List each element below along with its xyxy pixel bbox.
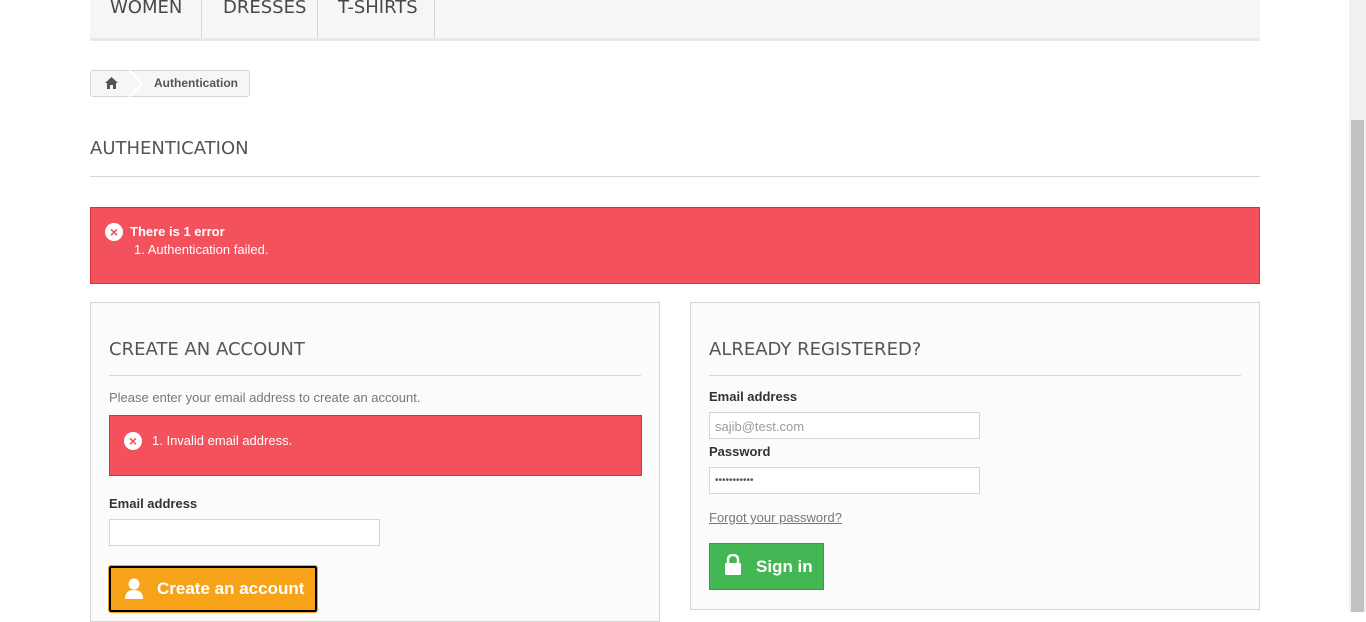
sign-in-button[interactable]: Sign in (709, 543, 824, 590)
login-title: ALREADY REGISTERED? (709, 339, 922, 360)
create-account-panel: CREATE AN ACCOUNT Please enter your emai… (90, 302, 660, 622)
breadcrumb-current: Authentication (154, 76, 238, 90)
create-account-instructions: Please enter your email address to creat… (109, 390, 421, 405)
breadcrumb-separator (129, 70, 143, 97)
error-icon: × (124, 432, 142, 450)
divider (709, 375, 1241, 376)
error-alert: × There is 1 error 1. Authentication fai… (90, 207, 1260, 284)
create-account-button[interactable]: Create an account (108, 565, 318, 613)
breadcrumb: Authentication (90, 70, 250, 97)
divider (109, 375, 641, 376)
forgot-password-link[interactable]: Forgot your password? (709, 510, 842, 525)
breadcrumb-home[interactable] (91, 71, 131, 96)
invalid-email-alert: × 1. Invalid email address. (109, 415, 642, 476)
login-email-label: Email address (709, 389, 798, 404)
sign-in-label: Sign in (756, 557, 813, 576)
password-label: Password (709, 444, 771, 459)
lock-icon (725, 554, 741, 575)
page-title: AUTHENTICATION (90, 138, 249, 159)
error-icon: × (105, 223, 123, 241)
login-email-field[interactable]: sajib@test.com (709, 412, 980, 439)
invalid-email-message: 1. Invalid email address. (152, 433, 293, 448)
scrollbar-thumb[interactable] (1351, 120, 1364, 612)
error-item: 1. Authentication failed. (134, 242, 269, 257)
menu-item-women[interactable]: WOMEN (90, 0, 202, 38)
menu-item-tshirts[interactable]: T-SHIRTS (318, 0, 435, 38)
login-panel: ALREADY REGISTERED? Email address sajib@… (690, 302, 1260, 610)
menu-item-label: WOMEN (110, 0, 183, 18)
top-menu: WOMEN DRESSES T-SHIRTS (90, 0, 1260, 41)
menu-item-label: DRESSES (223, 0, 307, 18)
email-label: Email address (109, 496, 198, 511)
create-account-label: Create an account (157, 579, 305, 598)
create-account-title: CREATE AN ACCOUNT (109, 339, 305, 360)
password-field[interactable]: ••••••••••• (709, 467, 980, 494)
user-icon (125, 578, 143, 599)
menu-item-label: T-SHIRTS (338, 0, 418, 18)
page-scrollbar[interactable] (1349, 0, 1366, 612)
create-email-field[interactable] (109, 519, 380, 546)
divider (90, 176, 1260, 177)
home-icon (105, 77, 118, 89)
error-title: There is 1 error (130, 224, 225, 239)
menu-item-dresses[interactable]: DRESSES (202, 0, 318, 38)
